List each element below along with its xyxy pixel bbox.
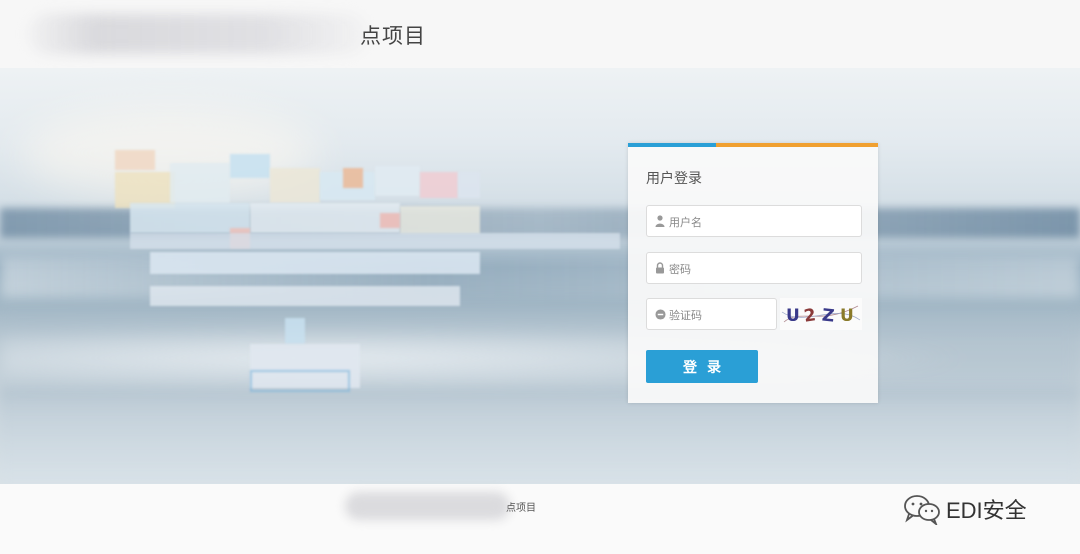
login-button[interactable]: 登录 [646,350,758,383]
password-input[interactable] [669,260,849,278]
username-field[interactable] [646,205,862,237]
username-input[interactable] [669,213,849,231]
login-panel: 用户登录 U 2 Z U 登录 [628,143,878,403]
wechat-icon [904,495,940,525]
site-footer: 点项目 EDI安全 [0,484,1080,554]
hero-background [0,68,1080,484]
card-accent-blue [628,143,716,147]
captcha-image[interactable]: U 2 Z U [780,298,862,330]
watermark-text: EDI安全 [946,498,1027,523]
redacted-footer-text [345,492,510,520]
captcha-char: Z [820,305,836,327]
sea-wave [0,318,1080,398]
password-field[interactable] [646,252,862,284]
minus-circle-icon [655,309,666,320]
footer-text: 点项目 [506,503,536,514]
sea-foam [0,388,1080,484]
card-accent-orange [716,143,878,147]
site-header: 点项目 [0,0,1080,68]
captcha-char: U [840,306,854,326]
lock-icon [656,262,664,274]
user-icon [655,215,665,227]
site-title: 点项目 [360,24,426,48]
watermark: EDI安全 [902,492,1027,526]
redacted-site-name [28,14,368,54]
login-title: 用户登录 [646,171,702,187]
captcha-field[interactable] [646,298,849,330]
captcha-char: U [786,306,800,326]
